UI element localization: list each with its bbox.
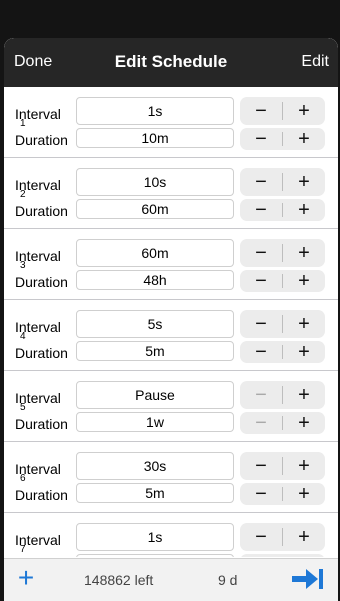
plus-icon[interactable]: +	[14, 564, 38, 592]
interval-stepper: − +	[240, 452, 325, 480]
schedule-row: Interval 6 Duration 30s 5m − + − +	[4, 442, 338, 513]
interval-field[interactable]: 10s	[76, 168, 234, 196]
duration-minus-button[interactable]: −	[240, 270, 282, 292]
schedule-row: Interval 3 Duration 60m 48h − + − +	[4, 229, 338, 300]
remaining-count: 148862 left	[84, 572, 154, 588]
schedule-row: Interval 4 Duration 5s 5m − + − +	[4, 300, 338, 371]
duration-minus-button[interactable]: −	[240, 483, 282, 505]
edit-button[interactable]: Edit	[301, 53, 329, 71]
interval-minus-button[interactable]: −	[240, 452, 282, 480]
interval-stepper: − +	[240, 168, 325, 196]
schedule-sheet: Done Edit Schedule Edit Interval 1 Durat…	[4, 38, 338, 601]
duration-plus-button[interactable]: +	[283, 199, 325, 221]
duration-field[interactable]: 48h	[76, 270, 234, 290]
schedule-row: Interval 2 Duration 10s 60m − + − +	[4, 158, 338, 229]
total-days: 9 d	[218, 572, 238, 588]
interval-field[interactable]: Pause	[76, 381, 234, 409]
duration-minus-button[interactable]: −	[240, 128, 282, 150]
interval-plus-button[interactable]: +	[283, 381, 325, 409]
duration-plus-button[interactable]: +	[283, 483, 325, 505]
row-index: 2	[20, 189, 26, 200]
row-index: 5	[20, 402, 26, 413]
duration-stepper: − +	[240, 483, 325, 505]
interval-stepper: − +	[240, 381, 325, 409]
interval-minus-button[interactable]: −	[240, 310, 282, 338]
done-button[interactable]: Done	[14, 53, 52, 71]
navigation-bar: Done Edit Schedule Edit	[4, 38, 338, 87]
interval-plus-button[interactable]: +	[283, 239, 325, 267]
duration-minus-button[interactable]: −	[240, 341, 282, 363]
duration-stepper: − +	[240, 270, 325, 292]
duration-plus-button[interactable]: +	[283, 554, 325, 558]
row-index: 6	[20, 473, 26, 484]
duration-stepper: − +	[240, 412, 325, 434]
duration-plus-button[interactable]: +	[283, 412, 325, 434]
interval-field[interactable]: 1s	[76, 523, 234, 551]
schedule-row: Interval 5 Duration Pause 1w − + − +	[4, 371, 338, 442]
interval-minus-button[interactable]: −	[240, 97, 282, 125]
schedule-row: Interval 1 Duration 1s 10m − + − +	[4, 87, 338, 158]
interval-minus-button[interactable]: −	[240, 168, 282, 196]
duration-plus-button[interactable]: +	[283, 128, 325, 150]
interval-minus-button[interactable]: −	[240, 239, 282, 267]
duration-label: Duration	[15, 487, 68, 503]
interval-stepper: − +	[240, 239, 325, 267]
interval-plus-button[interactable]: +	[283, 452, 325, 480]
duration-stepper: − +	[240, 128, 325, 150]
duration-label: Duration	[15, 274, 68, 290]
interval-plus-button[interactable]: +	[283, 97, 325, 125]
duration-field[interactable]: 60m	[76, 199, 234, 219]
duration-label: Duration	[15, 416, 68, 432]
schedule-row: Interval 7 Duration 1s 1m − + − +	[4, 513, 338, 557]
schedule-list[interactable]: Interval 1 Duration 1s 10m − + − + Inter…	[4, 87, 338, 557]
duration-plus-button[interactable]: +	[283, 341, 325, 363]
row-index: 7	[20, 544, 26, 555]
duration-label: Duration	[15, 132, 68, 148]
interval-stepper: − +	[240, 310, 325, 338]
duration-field[interactable]: 5m	[76, 341, 234, 361]
page-title: Edit Schedule	[114, 52, 228, 71]
row-index: 1	[20, 118, 26, 129]
duration-stepper: − +	[240, 554, 325, 557]
duration-plus-button[interactable]: +	[283, 270, 325, 292]
interval-field[interactable]: 30s	[76, 452, 234, 480]
duration-stepper: − +	[240, 341, 325, 363]
duration-field[interactable]: 5m	[76, 483, 234, 503]
bottom-toolbar: + 148862 left 9 d	[4, 558, 338, 601]
interval-field[interactable]: 1s	[76, 97, 234, 125]
duration-minus-button: −	[255, 411, 267, 434]
duration-minus-button: −	[240, 554, 282, 558]
row-index: 4	[20, 331, 26, 342]
duration-field[interactable]: 1w	[76, 412, 234, 432]
duration-field[interactable]: 10m	[76, 128, 234, 148]
duration-field[interactable]: 1m	[76, 554, 234, 557]
interval-stepper: − +	[240, 523, 325, 551]
skip-to-end-icon[interactable]	[290, 567, 324, 591]
interval-field[interactable]: 60m	[76, 239, 234, 267]
interval-minus-button: −	[255, 383, 267, 406]
duration-label: Duration	[15, 203, 68, 219]
interval-plus-button[interactable]: +	[283, 523, 325, 551]
interval-minus-button[interactable]: −	[240, 523, 282, 551]
interval-stepper: − +	[240, 97, 325, 125]
interval-plus-button[interactable]: +	[283, 168, 325, 196]
interval-plus-button[interactable]: +	[283, 310, 325, 338]
interval-field[interactable]: 5s	[76, 310, 234, 338]
duration-label: Duration	[15, 345, 68, 361]
duration-stepper: − +	[240, 199, 325, 221]
duration-minus-button[interactable]: −	[240, 199, 282, 221]
row-index: 3	[20, 260, 26, 271]
